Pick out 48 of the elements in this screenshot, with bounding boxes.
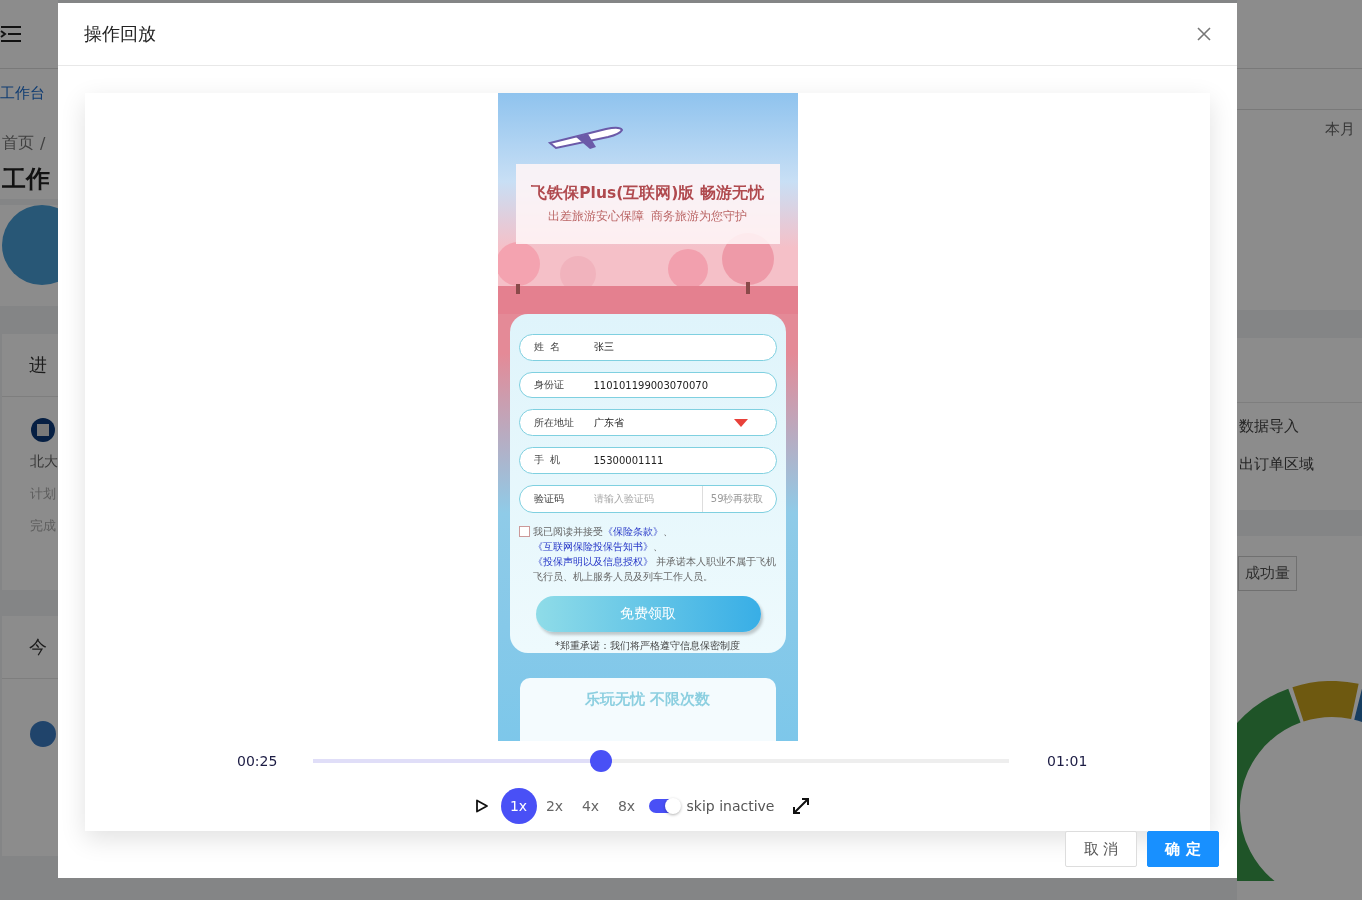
field-label: 验证码 — [533, 491, 565, 506]
fullscreen-icon[interactable] — [792, 797, 811, 815]
agreement-checkbox[interactable] — [518, 525, 530, 537]
text-input[interactable]: 广东省 — [593, 417, 734, 429]
page-title: 工作 — [0, 163, 58, 199]
agreement-text: 我已阅读并接受《保险条款》、 《互联网保险投保告知书》、 《投保声明以及信息授权》 并承诺本人职业不属于飞机飞行员、机上服务人员及列车工作人员。 — [532, 524, 777, 584]
section-title: 乐玩无忧 不限次数 — [583, 690, 712, 709]
field-label: 手 机 — [533, 453, 561, 468]
tab-button[interactable]: 成功量 — [1238, 556, 1297, 591]
shortcut-link[interactable]: 出订单区域 — [1237, 455, 1362, 479]
form-field[interactable]: 手 机 15300001111 — [518, 447, 777, 474]
speed-button[interactable]: 2x — [536, 788, 573, 824]
project-name: 北大 — [30, 453, 58, 471]
close-icon[interactable] — [1197, 27, 1211, 41]
form-field[interactable]: 所在地址 广东省 — [518, 409, 777, 437]
dropdown-triangle-icon[interactable] — [733, 418, 748, 427]
banner-title: 飞铁保Plus(互联网)版 畅游无忧 — [531, 183, 764, 204]
menu-icon[interactable] — [0, 26, 22, 42]
field-label: 姓 名 — [533, 340, 561, 355]
form-field[interactable]: 姓 名 张三 — [518, 334, 777, 361]
speed-button[interactable]: 8x — [608, 788, 645, 824]
breadcrumb-separator: / — [40, 133, 46, 153]
speed-button[interactable]: 4x — [572, 788, 609, 824]
month-label: 本月 — [1325, 120, 1355, 138]
field-label: 所在地址 — [533, 415, 575, 430]
field-label: 身份证 — [533, 378, 565, 393]
text-input[interactable]: 110101199003070070 — [593, 379, 764, 391]
shortcut-link[interactable]: 数据导入 — [1237, 417, 1362, 441]
agreement-link[interactable]: 《保险条款》 — [602, 525, 663, 537]
privacy-notice: *郑重承诺：我们将严格遵守信息保密制度 — [554, 639, 741, 653]
form-field[interactable]: 身份证 110101199003070070 — [518, 371, 777, 399]
code-input[interactable]: 请输入验证码 — [593, 493, 702, 505]
total-time: 01:01 — [1047, 753, 1089, 769]
text-input[interactable]: 张三 — [593, 341, 764, 353]
logo-icon — [30, 417, 56, 443]
play-icon[interactable] — [474, 799, 489, 813]
form-field[interactable]: 验证码 请输入验证码 59秒再获取 — [518, 484, 777, 513]
cancel-button[interactable]: 取 消 — [1065, 831, 1137, 867]
agreement-link[interactable]: 《投保声明以及信息授权》 — [532, 555, 653, 567]
agreement-link[interactable]: 《互联网保险投保告知书》 — [532, 540, 653, 552]
text-input[interactable]: 15300001111 — [593, 454, 764, 466]
avatar — [30, 721, 56, 747]
current-time: 00:25 — [237, 753, 279, 769]
banner-subtitle: 出差旅游安心保障 商务旅游为您守护 — [547, 208, 748, 225]
toggle-label: skip inactive — [686, 798, 775, 814]
dialog-title: 操作回放 — [84, 22, 156, 46]
progress-handle[interactable] — [590, 750, 613, 772]
speed-button[interactable]: 1x — [500, 788, 537, 824]
